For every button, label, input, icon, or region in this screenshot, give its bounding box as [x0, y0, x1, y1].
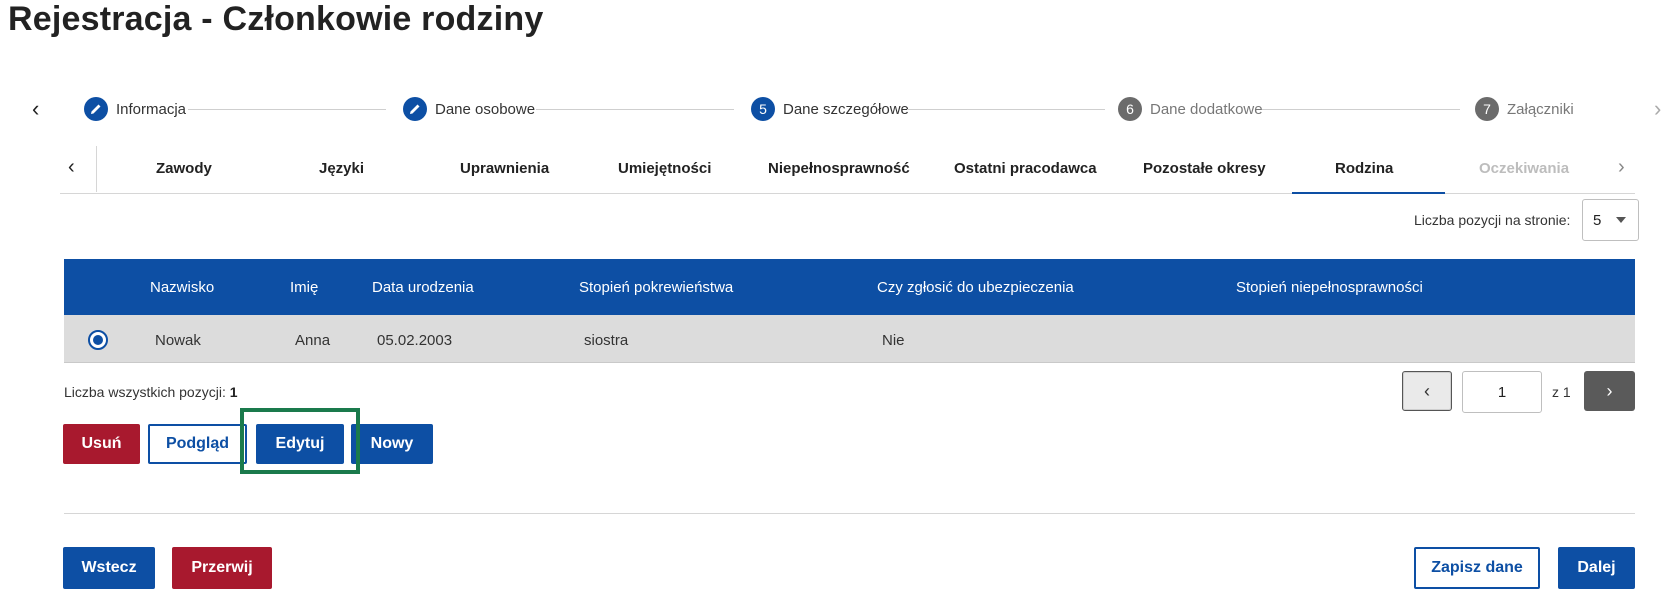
step-connector	[188, 109, 386, 110]
delete-button[interactable]: Usuń	[63, 424, 140, 464]
row-select-radio[interactable]	[88, 330, 108, 350]
pagination-page-input[interactable]: 1	[1462, 371, 1542, 413]
step-dane-osobowe[interactable]: Dane osobowe	[403, 97, 535, 121]
pagination-prev-button[interactable]: ‹	[1402, 371, 1452, 411]
step-number-badge: 7	[1475, 97, 1499, 121]
tab-uprawnienia[interactable]: Uprawnienia	[460, 160, 549, 177]
step-label: Załączniki	[1507, 100, 1574, 118]
active-tab-indicator	[1292, 192, 1445, 194]
per-page-select[interactable]: 5	[1582, 199, 1639, 241]
new-button[interactable]: Nowy	[351, 424, 433, 464]
step-connector	[907, 109, 1105, 110]
tab-oczekiwania: Oczekiwania	[1479, 160, 1570, 177]
chevron-left-icon: ‹	[1424, 380, 1430, 401]
column-header-data-urodzenia[interactable]: Data urodzenia	[372, 279, 474, 296]
step-label: Dane dodatkowe	[1150, 100, 1263, 118]
chevron-right-icon: ›	[1606, 380, 1613, 401]
cell-data-urodzenia: 05.02.2003	[377, 332, 453, 349]
step-zalaczniki[interactable]: 7 Załączniki	[1475, 97, 1574, 121]
section-divider	[64, 513, 1635, 514]
column-header-nazwisko[interactable]: Nazwisko	[150, 279, 214, 296]
save-button[interactable]: Zapisz dane	[1414, 547, 1540, 589]
cell-nazwisko: Nowak	[155, 332, 201, 349]
next-button[interactable]: Dalej	[1558, 547, 1635, 589]
total-value: 1	[229, 384, 238, 400]
cell-ubezpieczenie: Nie	[882, 332, 905, 349]
tab-zawody[interactable]: Zawody	[156, 160, 212, 177]
cell-imie: Anna	[295, 332, 331, 349]
stepper-next-arrow-icon[interactable]: ›	[1654, 96, 1661, 122]
step-label: Informacja	[116, 100, 187, 118]
tab-umiejetnosci[interactable]: Umiejętności	[618, 160, 711, 177]
tab-pozostale-okresy[interactable]: Pozostałe okresy	[1143, 160, 1266, 177]
abort-button[interactable]: Przerwij	[172, 547, 272, 589]
column-header-niepelnosprawnosc[interactable]: Stopień niepełnosprawności	[1236, 279, 1423, 296]
page-title: Rejestracja - Członkowie rodziny	[8, 0, 544, 38]
step-label: Dane osobowe	[435, 100, 536, 118]
pagination-next-button[interactable]: ›	[1584, 371, 1635, 411]
step-dane-dodatkowe[interactable]: 6 Dane dodatkowe	[1118, 97, 1263, 121]
column-header-stopien-pokrewienstwa[interactable]: Stopień pokrewieństwa	[579, 279, 733, 296]
total-label: Liczba wszystkich pozycji:	[64, 384, 226, 400]
tab-jezyki[interactable]: Języki	[319, 160, 364, 177]
step-number-badge: 6	[1118, 97, 1142, 121]
tab-ostatni-pracodawca[interactable]: Ostatni pracodawca	[954, 160, 1097, 177]
tab-niepelnosprawnosc[interactable]: Niepełnosprawność	[768, 160, 910, 177]
step-connector	[1262, 109, 1460, 110]
tabs-divider	[96, 146, 97, 192]
preview-button[interactable]: Podgląd	[148, 424, 247, 464]
column-header-imie[interactable]: Imię	[290, 279, 318, 296]
step-connector	[536, 109, 734, 110]
pagination-of-label: z 1	[1552, 384, 1571, 400]
column-header-ubezpieczenie[interactable]: Czy zgłosić do ubezpieczenia	[877, 279, 1074, 296]
per-page-label: Liczba pozycji na stronie:	[1414, 212, 1571, 228]
step-number-badge: 5	[751, 97, 775, 121]
total-count: Liczba wszystkich pozycji: 1	[64, 384, 238, 400]
step-label: Dane szczegółowe	[783, 100, 909, 118]
cell-stopien-pokrewienstwa: siostra	[584, 332, 629, 349]
pencil-icon	[403, 97, 427, 121]
stepper-prev-arrow-icon[interactable]: ‹	[32, 96, 39, 122]
per-page-value: 5	[1593, 212, 1602, 229]
back-button[interactable]: Wstecz	[63, 547, 155, 589]
caret-down-icon	[1616, 217, 1626, 223]
step-informacja[interactable]: Informacja	[84, 97, 186, 121]
step-dane-szczegolowe[interactable]: 5 Dane szczegółowe	[751, 97, 909, 121]
pencil-icon	[84, 97, 108, 121]
edit-button-highlight	[240, 408, 360, 474]
tabs-prev-chevron-icon[interactable]: ‹	[68, 156, 75, 179]
tab-rodzina[interactable]: Rodzina	[1335, 160, 1393, 177]
tabs-next-chevron-icon[interactable]: ›	[1618, 156, 1625, 179]
